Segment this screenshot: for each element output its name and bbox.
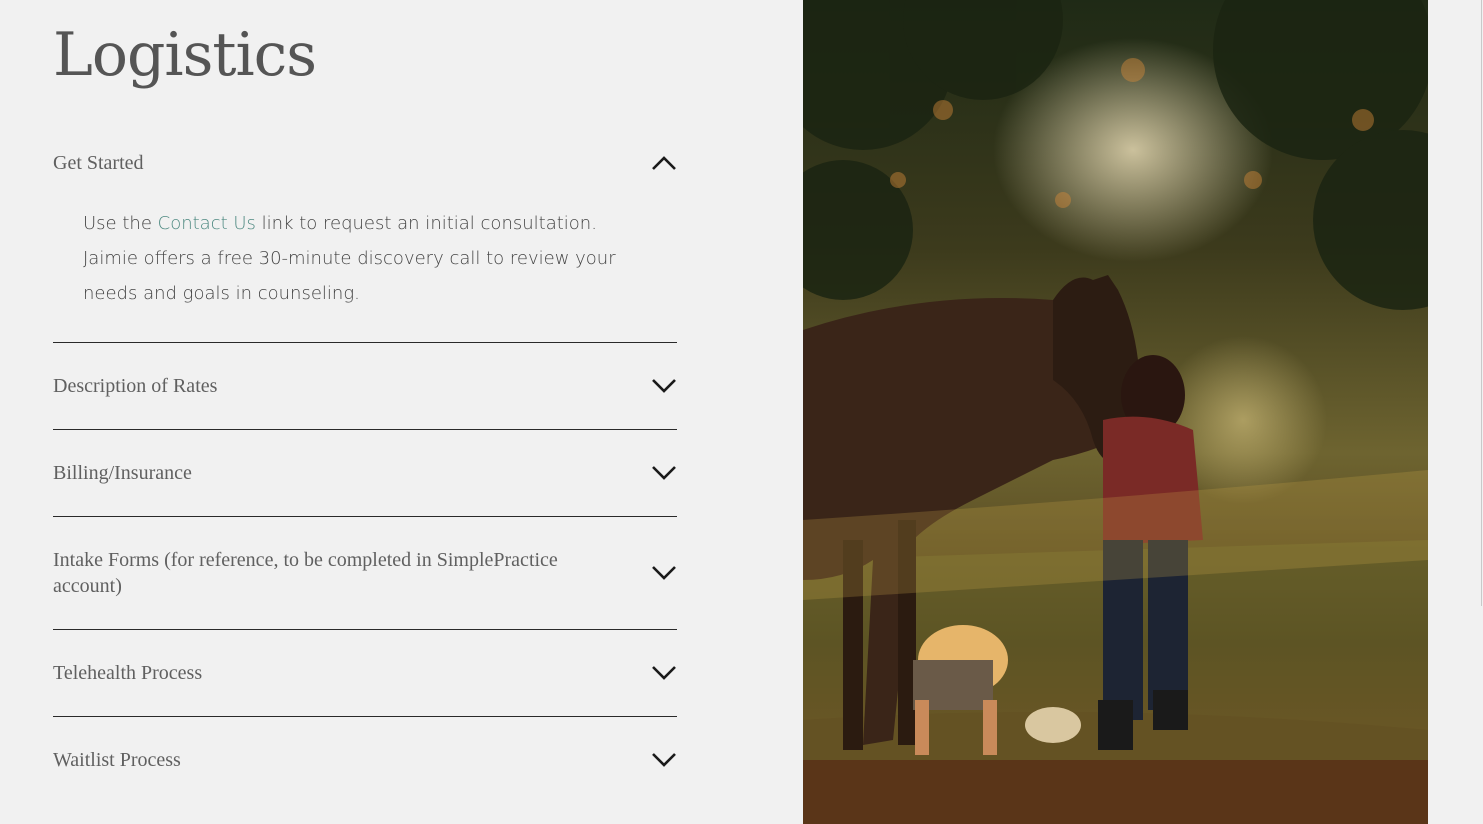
divider: [53, 429, 677, 430]
accordion-item-telehealth-process: Telehealth Process: [53, 660, 677, 686]
accordion-header-waitlist-process[interactable]: Waitlist Process: [53, 747, 677, 773]
accordion-label: Waitlist Process: [53, 749, 181, 771]
accordion-item-get-started: Get Started Use the Contact Us link to r…: [53, 150, 677, 304]
accordion-label: Intake Forms (for reference, to be compl…: [53, 549, 558, 597]
accordion-label: Get Started: [53, 152, 144, 174]
divider: [53, 342, 677, 343]
chevron-down-icon[interactable]: [651, 465, 677, 481]
chevron-down-icon[interactable]: [651, 565, 677, 581]
chevron-up-icon[interactable]: [651, 155, 677, 171]
chevron-down-icon[interactable]: [651, 752, 677, 768]
chevron-down-icon[interactable]: [651, 665, 677, 681]
accordion-header-intake-forms[interactable]: Intake Forms (for reference, to be compl…: [53, 547, 677, 599]
accordion-item-waitlist-process: Waitlist Process: [53, 747, 677, 773]
accordion-header-billing-insurance[interactable]: Billing/Insurance: [53, 460, 677, 486]
chevron-down-icon[interactable]: [651, 378, 677, 394]
divider: [53, 516, 677, 517]
page-title: Logistics: [53, 20, 317, 90]
divider: [53, 716, 677, 717]
horse-scene-illustration: [803, 0, 1428, 824]
accordion-body-get-started: Use the Contact Us link to request an in…: [83, 206, 643, 311]
accordion-header-telehealth-process[interactable]: Telehealth Process: [53, 660, 677, 686]
accordion-item-description-of-rates: Description of Rates: [53, 373, 677, 399]
accordion-label: Billing/Insurance: [53, 462, 192, 484]
accordion-label: Description of Rates: [53, 375, 218, 397]
accordion-item-intake-forms: Intake Forms (for reference, to be compl…: [53, 547, 677, 599]
horse-photo: [803, 0, 1428, 824]
divider: [53, 629, 677, 630]
body-text: Use the: [83, 213, 158, 234]
page-edge-line: [1481, 0, 1482, 606]
accordion-label: Telehealth Process: [53, 662, 203, 684]
accordion-item-billing-insurance: Billing/Insurance: [53, 460, 677, 486]
accordion-header-get-started[interactable]: Get Started: [53, 150, 677, 176]
contact-us-link[interactable]: Contact Us: [158, 213, 256, 234]
accordion-header-description-of-rates[interactable]: Description of Rates: [53, 373, 677, 399]
